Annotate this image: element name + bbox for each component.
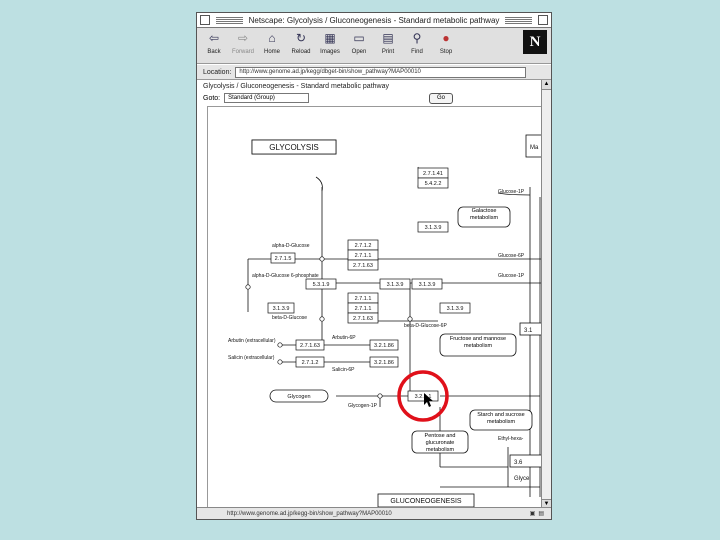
- title-bar[interactable]: Netscape: Glycolysis / Gluconeogenesis -…: [197, 13, 551, 28]
- glycolysis-label: GLYCOLYSIS: [269, 143, 319, 152]
- stop-button[interactable]: ● Stop: [433, 28, 459, 62]
- window-title: Netscape: Glycolysis / Gluconeogenesis -…: [245, 15, 503, 25]
- status-url: http://www.genome.ad.jp/kegg-bin/show_pa…: [227, 510, 392, 517]
- go-button[interactable]: Go: [429, 93, 453, 104]
- compound-label: beta-D-Glucose-6P: [404, 323, 447, 329]
- goto-row: Goto: Standard (Group): [203, 93, 310, 103]
- compound-label: Ethyl-hexa-: [498, 436, 524, 442]
- goto-label: Goto:: [203, 94, 221, 102]
- ec-box[interactable]: 2.7.1.5: [275, 256, 292, 262]
- location-input[interactable]: http://www.genome.ad.jp/kegg/dbget-bin/s…: [235, 66, 527, 78]
- ec-box[interactable]: 3.1.3.9: [419, 282, 436, 288]
- map-link-starch[interactable]: Starch and sucrose metabolism: [472, 412, 530, 426]
- compound-glycogen[interactable]: Glycogen: [287, 394, 310, 400]
- compound-label: beta-D-Glucose: [272, 315, 307, 321]
- pathway-map: GLYCOLYSIS 2.7.1.41 5.4.2.2 3.1.3.9 2.7.…: [207, 106, 543, 509]
- page-content: Glycolysis / Gluconeogenesis - Standard …: [197, 80, 543, 509]
- reload-button[interactable]: ↻ Reload: [288, 28, 314, 62]
- compound-label: Glucose-1P: [498, 189, 525, 195]
- ec-box[interactable]: 3.2.1.86: [374, 343, 394, 349]
- back-button[interactable]: ⇦ Back: [201, 28, 227, 62]
- close-box[interactable]: [200, 15, 210, 25]
- back-arrow-icon: ⇦: [208, 31, 220, 45]
- compound-label: alpha-D-Glucose: [272, 243, 310, 249]
- map-link-fructose[interactable]: Fructose and mannose metabolism: [442, 336, 514, 350]
- gluconeogenesis-label: GLUCONEOGENESIS: [390, 498, 462, 505]
- ec-box[interactable]: 3.1.3.9: [387, 282, 404, 288]
- print-button[interactable]: ▤ Print: [375, 28, 401, 62]
- ec-box[interactable]: 2.7.1.1: [355, 306, 372, 312]
- ec-box[interactable]: 2.7.1.2: [302, 360, 319, 366]
- compound-label: Arbutin-6P: [332, 335, 356, 341]
- cut-off-label: 3.6: [514, 460, 523, 466]
- open-button[interactable]: ▭ Open: [346, 28, 372, 62]
- security-icon: ▣▤: [529, 511, 547, 517]
- map-link-galactose[interactable]: Galactose metabolism: [460, 208, 508, 222]
- ec-box[interactable]: 2.7.1.63: [353, 316, 373, 322]
- toolbar: ⇦ Back ⇨ Forward ⌂ Home ↻ Reload ▦ Images ▭ Op…: [197, 28, 551, 64]
- compound-label: Glucose-6P: [498, 253, 525, 259]
- ec-box[interactable]: 2.7.1.2: [355, 243, 372, 249]
- ec-box[interactable]: 2.7.1.63: [300, 343, 320, 349]
- reload-icon: ↻: [295, 31, 307, 45]
- zoom-box[interactable]: [538, 15, 549, 25]
- cut-off-label: Glyce: [514, 476, 530, 482]
- print-icon: ▤: [382, 31, 394, 45]
- browser-window: Netscape: Glycolysis / Gluconeogenesis -…: [196, 12, 552, 520]
- home-button[interactable]: ⌂ Home: [259, 28, 285, 62]
- ec-box[interactable]: 2.7.1.1: [355, 253, 372, 259]
- find-icon: ⚲: [412, 31, 422, 45]
- pathway-diagram: GLYCOLYSIS 2.7.1.41 5.4.2.2 3.1.3.9 2.7.…: [228, 134, 543, 508]
- goto-select[interactable]: Standard (Group): [224, 93, 310, 103]
- ec-box[interactable]: 3.2.1.86: [374, 360, 394, 366]
- map-link-pentose[interactable]: Pentose and glucuronate metabolism: [414, 433, 466, 451]
- images-icon: ▦: [324, 31, 336, 45]
- compound-label: alpha-D-Glucose 6-phosphate: [252, 273, 319, 279]
- compound-label: Glucose-1P: [498, 273, 525, 279]
- location-label: Location:: [203, 68, 232, 76]
- images-button[interactable]: ▦ Images: [317, 28, 343, 62]
- forward-button[interactable]: ⇨ Forward: [230, 28, 256, 62]
- compound-label: Salicin-6P: [332, 367, 355, 373]
- cut-off-label: Ma: [530, 145, 539, 151]
- netscape-logo[interactable]: N: [523, 30, 547, 54]
- location-bar: Location: http://www.genome.ad.jp/kegg/d…: [197, 65, 551, 80]
- open-icon: ▭: [353, 31, 365, 45]
- forward-arrow-icon: ⇨: [237, 31, 249, 45]
- find-button[interactable]: ⚲ Find: [404, 28, 430, 62]
- ec-box[interactable]: 2.7.1.41: [423, 171, 443, 177]
- stop-icon: ●: [442, 31, 450, 45]
- compound-label: Glycogen-1P: [348, 403, 378, 409]
- compound-label: Salicin (extracellular): [228, 355, 275, 361]
- ec-box[interactable]: 3.1.3.9: [425, 225, 442, 231]
- status-bar: http://www.genome.ad.jp/kegg-bin/show_pa…: [197, 507, 551, 519]
- compound-label: Arbutin (extracellular): [228, 338, 276, 344]
- ec-box[interactable]: 2.7.1.63: [353, 263, 373, 269]
- ec-box[interactable]: 3.1.3.9: [273, 306, 290, 312]
- home-icon: ⌂: [268, 31, 276, 45]
- ec-box[interactable]: 2.7.1.1: [355, 296, 372, 302]
- page-title: Glycolysis / Gluconeogenesis - Standard …: [203, 83, 389, 90]
- ec-box[interactable]: 5.4.2.2: [425, 181, 442, 187]
- scroll-up-arrow-icon[interactable]: ▲: [542, 80, 551, 90]
- ec-box[interactable]: 5.3.1.9: [313, 282, 330, 288]
- cut-off-label: 3.1: [524, 328, 533, 334]
- ec-box[interactable]: 3.1.3.9: [447, 306, 464, 312]
- vertical-scrollbar[interactable]: ▲ ▼: [541, 80, 551, 509]
